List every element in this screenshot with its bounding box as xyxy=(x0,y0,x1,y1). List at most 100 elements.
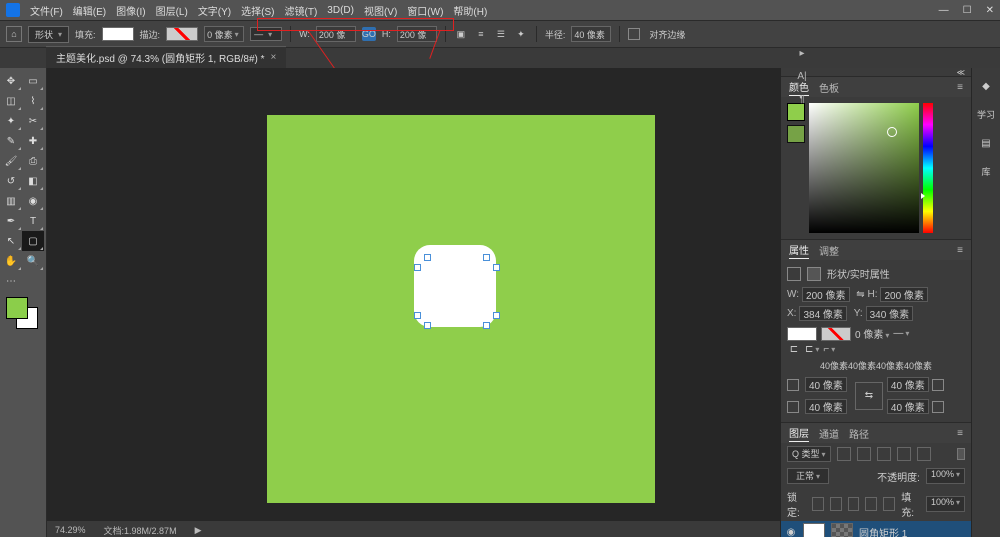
path-options-icon[interactable]: ✦ xyxy=(514,27,528,41)
fg-bg-swatch[interactable] xyxy=(6,297,38,329)
tool-mode-select[interactable]: 形状 xyxy=(28,26,69,43)
tab-swatches[interactable]: 色板 xyxy=(819,80,839,95)
panel-menu-icon[interactable]: ≡ xyxy=(957,245,963,256)
color-bg-swatch[interactable] xyxy=(787,125,805,143)
corner-bl-chk[interactable] xyxy=(787,401,799,413)
path-combine-icon[interactable]: ▣ xyxy=(454,27,468,41)
filter-shape-icon[interactable] xyxy=(897,447,911,461)
path-anchor[interactable] xyxy=(483,322,490,329)
lock-nest-icon[interactable] xyxy=(865,497,877,511)
dock-collapse-icon[interactable]: ≪ xyxy=(957,68,965,76)
tool-crop[interactable]: ✂ xyxy=(22,111,44,131)
filter-toggle[interactable] xyxy=(957,448,965,460)
doc-info[interactable]: 文档:1.98M/2.87M xyxy=(104,524,177,537)
learn-icon[interactable]: ◆ xyxy=(978,78,994,94)
color-field[interactable] xyxy=(809,103,919,233)
path-anchor[interactable] xyxy=(483,254,490,261)
tool-edit-toolbar[interactable]: ⋯ xyxy=(0,271,22,291)
align-edges-check[interactable] xyxy=(628,28,640,40)
prop-stroke-swatch[interactable] xyxy=(821,327,851,341)
corner-bl[interactable]: 40 像素 xyxy=(805,399,847,414)
tool-marquee[interactable]: ◫ xyxy=(0,91,22,111)
height-input[interactable]: 200 像 xyxy=(397,26,437,42)
window-close[interactable]: ✕ xyxy=(986,5,994,16)
corner-tr-chk[interactable] xyxy=(932,379,944,391)
path-anchor[interactable] xyxy=(424,322,431,329)
tool-gradient[interactable]: ▥ xyxy=(0,191,22,211)
prop-h[interactable]: 200 像素 xyxy=(880,287,927,302)
menu-filter[interactable]: 滤镜(T) xyxy=(285,3,318,18)
filter-pixel-icon[interactable] xyxy=(837,447,851,461)
opacity-value[interactable]: 100% xyxy=(926,468,965,484)
tool-quickselect[interactable]: ✦ xyxy=(0,111,22,131)
canvas-area[interactable]: 74.29% 文档:1.98M/2.87M ▶ xyxy=(47,68,780,537)
prop-x[interactable]: 384 像素 xyxy=(799,306,846,321)
menu-layer[interactable]: 图层(L) xyxy=(156,3,188,18)
layer-thumb[interactable] xyxy=(803,523,825,537)
path-anchor[interactable] xyxy=(414,264,421,271)
path-anchor[interactable] xyxy=(424,254,431,261)
lock-pixels-icon[interactable] xyxy=(830,497,842,511)
join-select[interactable]: ⌐ xyxy=(823,344,837,355)
tool-zoom[interactable]: 🔍 xyxy=(22,251,44,271)
tool-heal[interactable]: ✚ xyxy=(22,131,44,151)
stroke-width[interactable]: 0 像素 xyxy=(204,26,244,42)
history-panel-icon[interactable]: ▸ xyxy=(799,48,804,59)
filter-type-icon[interactable] xyxy=(877,447,891,461)
corner-tr[interactable]: 40 像素 xyxy=(887,377,929,392)
path-arrange-icon[interactable]: ☰ xyxy=(494,27,508,41)
menu-file[interactable]: 文件(F) xyxy=(30,3,63,18)
menu-type[interactable]: 文字(Y) xyxy=(198,3,231,18)
tool-blur[interactable]: ◉ xyxy=(22,191,44,211)
panel-menu-icon[interactable]: ≡ xyxy=(957,82,963,93)
menu-edit[interactable]: 编辑(E) xyxy=(73,3,106,18)
menu-window[interactable]: 窗口(W) xyxy=(407,3,443,18)
cap-select[interactable]: ⊏ xyxy=(805,344,819,355)
menu-view[interactable]: 视图(V) xyxy=(364,3,397,18)
path-align-icon[interactable]: ≡ xyxy=(474,27,488,41)
color-cursor[interactable] xyxy=(887,127,897,137)
visibility-icon[interactable]: ◉ xyxy=(785,527,797,537)
tool-path[interactable]: ↖ xyxy=(0,231,22,251)
cap-butt[interactable]: ⊏ xyxy=(787,344,801,355)
corner-tl[interactable]: 40 像素 xyxy=(805,377,847,392)
hue-slider[interactable] xyxy=(923,103,933,233)
link-wh-icon[interactable]: ⇋ xyxy=(856,289,864,300)
fill-swatch[interactable] xyxy=(102,27,134,41)
window-minimize[interactable]: — xyxy=(939,5,949,16)
zoom-readout[interactable]: 74.29% xyxy=(55,525,86,535)
libraries-label[interactable]: 库 xyxy=(981,165,990,178)
lock-pos-icon[interactable] xyxy=(848,497,860,511)
menu-help[interactable]: 帮助(H) xyxy=(453,3,487,18)
tool-move[interactable]: ✥ xyxy=(0,71,22,91)
tool-pen[interactable]: ✒ xyxy=(0,211,22,231)
home-icon[interactable]: ⌂ xyxy=(6,26,22,42)
path-anchor[interactable] xyxy=(493,312,500,319)
tool-eraser[interactable]: ◧ xyxy=(22,171,44,191)
tool-rounded-rect[interactable]: ▢ xyxy=(22,231,44,251)
corner-br-chk[interactable] xyxy=(932,401,944,413)
layer-mask-thumb[interactable] xyxy=(831,523,853,537)
filter-adjust-icon[interactable] xyxy=(857,447,871,461)
blend-mode[interactable]: 正常 xyxy=(787,468,829,484)
radius-input[interactable]: 40 像素 xyxy=(571,26,611,42)
panel-menu-icon[interactable]: ≡ xyxy=(957,428,963,439)
tool-hand[interactable]: ✋ xyxy=(0,251,22,271)
corner-tl-chk[interactable] xyxy=(787,379,799,391)
tool-artboard[interactable]: ▭ xyxy=(22,71,44,91)
link-corners-icon[interactable]: ⇆ xyxy=(855,382,883,410)
prop-stroke-w[interactable]: 0 像素 xyxy=(855,326,889,341)
menu-select[interactable]: 选择(S) xyxy=(241,3,274,18)
link-wh-icon[interactable]: GO xyxy=(362,27,376,41)
tool-type[interactable]: T xyxy=(22,211,44,231)
path-anchor[interactable] xyxy=(414,312,421,319)
color-fg-swatch[interactable] xyxy=(787,103,805,121)
menu-image[interactable]: 图像(I) xyxy=(116,3,145,18)
hue-marker[interactable] xyxy=(921,193,925,199)
libraries-icon[interactable]: ▤ xyxy=(978,135,994,151)
path-anchor[interactable] xyxy=(493,264,500,271)
layer-name[interactable]: 圆角矩形 1 xyxy=(859,525,907,537)
menu-3d[interactable]: 3D(D) xyxy=(327,5,354,16)
tab-close-icon[interactable]: × xyxy=(271,52,277,63)
fill-value[interactable]: 100% xyxy=(926,496,965,512)
